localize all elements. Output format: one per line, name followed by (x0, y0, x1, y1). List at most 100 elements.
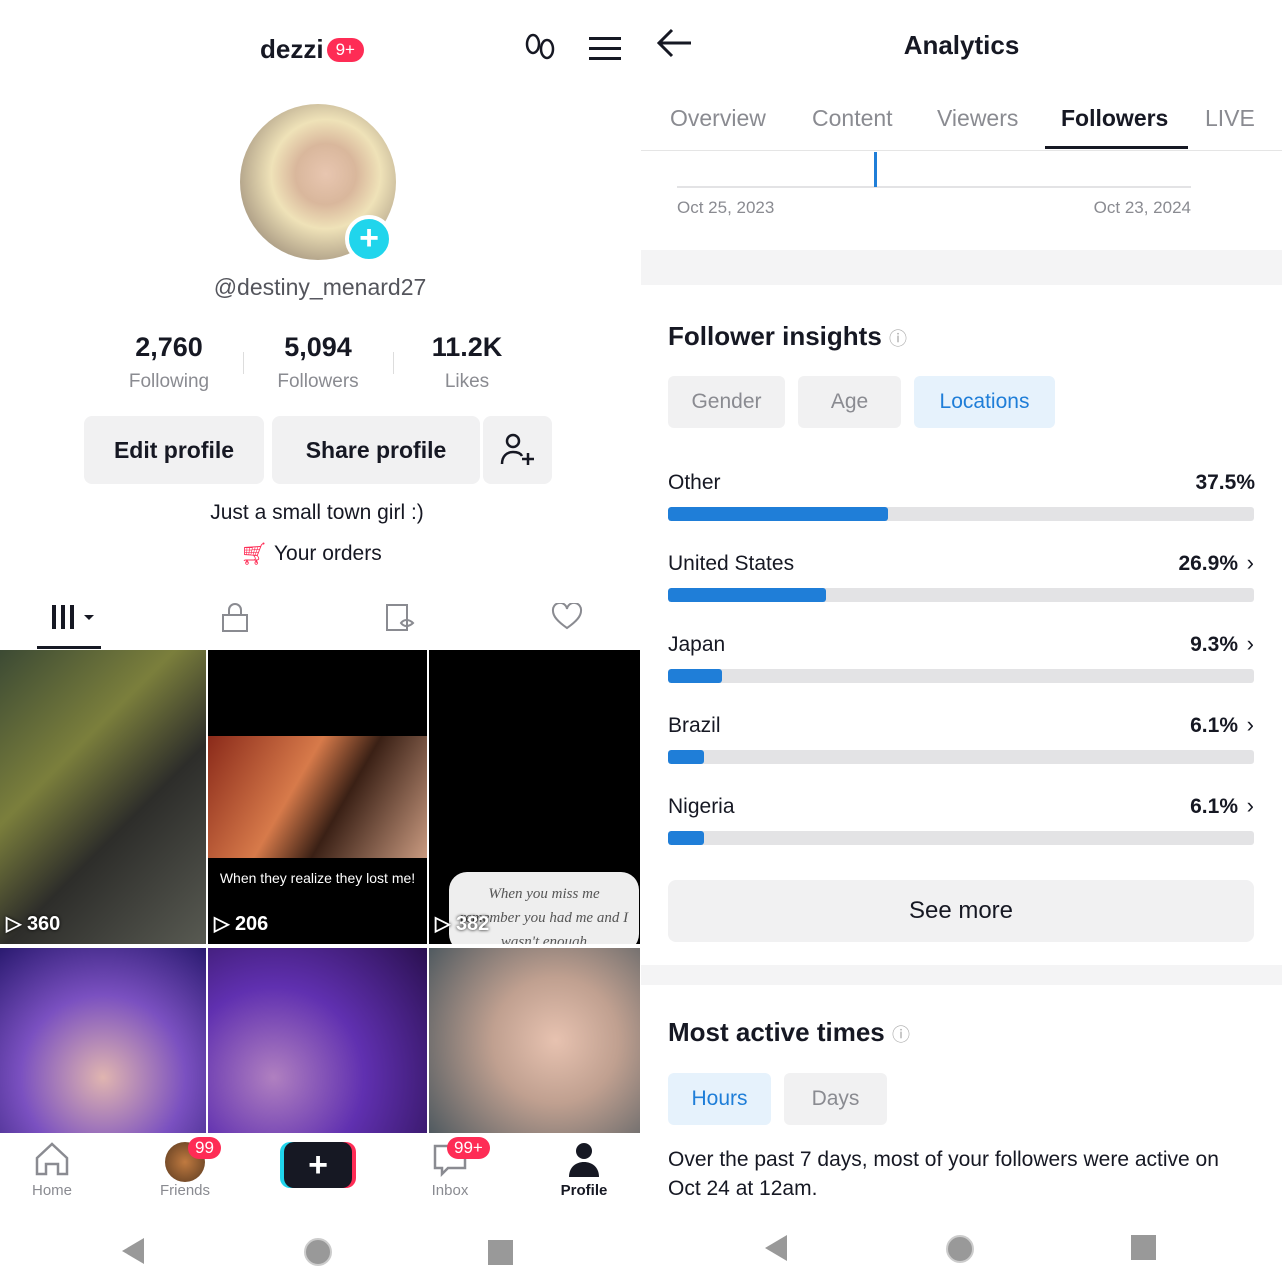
tab-private-lock-icon[interactable] (221, 603, 249, 638)
location-bar (668, 669, 1254, 683)
follower-insights-card: Follower insights ⓘ Gender Age Locations… (641, 285, 1282, 965)
profile-screen: dezzi 9+ + @destiny_menard27 2,760 Follo… (0, 0, 640, 1280)
location-percent: 37.5% (1195, 471, 1255, 494)
stat-following[interactable]: 2,760 Following (94, 332, 244, 393)
stat-label: Likes (444, 371, 490, 392)
info-icon[interactable]: ⓘ (889, 329, 907, 349)
tab-saved-icon[interactable] (385, 603, 417, 638)
location-bar (668, 831, 1254, 845)
chart-axis (677, 186, 1191, 188)
location-percent: 6.1% (1190, 714, 1238, 737)
orders-label: Your orders (273, 542, 382, 565)
tab-content[interactable]: Content (812, 105, 893, 132)
nav-profile[interactable]: Profile (529, 1140, 639, 1199)
home-icon (35, 1142, 69, 1176)
chart-marker (874, 152, 877, 187)
chip-days[interactable]: Days (784, 1073, 887, 1125)
friends-badge: 99 (188, 1137, 221, 1159)
nav-label: Home (31, 1182, 72, 1199)
chip-locations[interactable]: Locations (914, 376, 1055, 428)
your-orders-link[interactable]: 🛒︎ Your orders (240, 541, 382, 567)
thumbnail-image (208, 736, 427, 858)
active-times-summary: Over the past 7 days, most of your follo… (668, 1148, 1219, 1200)
cart-icon: 🛒︎ (240, 541, 268, 566)
create-button[interactable]: + (284, 1142, 352, 1188)
analytics-screen: Analytics Overview Content Viewers Follo… (641, 0, 1282, 1280)
location-percent: 6.1% (1190, 795, 1238, 818)
location-name: Japan (668, 633, 726, 656)
location-bar-fill (668, 750, 704, 764)
stat-value: 11.2K (431, 332, 503, 362)
edit-profile-button[interactable]: Edit profile (84, 416, 264, 484)
menu-icon[interactable] (589, 36, 621, 67)
nav-inbox[interactable]: Inbox 99+ (395, 1137, 505, 1199)
profile-header[interactable]: dezzi 9+ (260, 34, 364, 65)
location-name: Other (668, 471, 721, 494)
chart-end-date: Oct 23, 2024 (1093, 198, 1191, 217)
location-bar-fill (668, 669, 723, 683)
add-person-icon (500, 433, 534, 465)
nav-label: Profile (560, 1182, 608, 1199)
inbox-badge: 99+ (447, 1137, 490, 1159)
tab-followers[interactable]: Followers (1061, 105, 1168, 132)
video-thumbnail[interactable]: When you miss me remember you had me and… (429, 650, 640, 944)
analytics-header: Analytics Overview Content Viewers Follo… (641, 0, 1282, 250)
divider (641, 150, 1282, 151)
system-home-icon[interactable] (302, 1236, 334, 1273)
view-count: ▷ 206 (214, 913, 269, 935)
location-percent: 26.9% (1178, 552, 1238, 575)
page-title: Analytics (903, 30, 1020, 60)
location-bar-fill (668, 831, 704, 845)
chevron-right-icon[interactable]: › (1247, 631, 1254, 657)
chip-gender[interactable]: Gender (668, 376, 785, 428)
nav-home[interactable]: Home (0, 1140, 107, 1199)
stat-label: Followers (277, 371, 359, 392)
video-thumbnail[interactable]: When they realize they lost me! ▷ 206 (208, 650, 427, 944)
add-friend-button[interactable] (483, 416, 552, 484)
section-title: Follower insights ⓘ (668, 321, 908, 351)
stat-label: Following (128, 371, 210, 392)
tab-indicator (37, 646, 101, 649)
chart-start-date: Oct 25, 2023 (677, 198, 775, 217)
see-more-button[interactable]: See more (668, 880, 1254, 942)
chevron-right-icon[interactable]: › (1247, 712, 1254, 738)
section-title: Most active times ⓘ (668, 1017, 910, 1047)
tab-live[interactable]: LIVE (1205, 105, 1255, 132)
stat-value: 2,760 (135, 332, 203, 362)
tab-videos[interactable] (50, 603, 98, 636)
chip-age[interactable]: Age (798, 376, 901, 428)
video-thumbnail[interactable] (429, 948, 640, 1133)
username: @destiny_menard27 (213, 274, 427, 300)
share-profile-button[interactable]: Share profile (272, 416, 480, 484)
location-bar (668, 507, 1254, 521)
footprints-icon[interactable] (524, 32, 556, 73)
nav-label: Inbox (431, 1182, 469, 1199)
notification-badge: 9+ (326, 37, 364, 62)
stat-followers[interactable]: 5,094 Followers (243, 332, 393, 393)
chip-hours[interactable]: Hours (668, 1073, 771, 1125)
video-thumbnail[interactable] (208, 948, 427, 1133)
tab-liked-heart-icon[interactable] (551, 601, 585, 636)
tab-viewers[interactable]: Viewers (937, 105, 1018, 132)
system-home-icon[interactable] (944, 1233, 976, 1270)
system-back-icon[interactable] (120, 1236, 146, 1271)
nav-friends[interactable]: Friends 99 (130, 1137, 240, 1199)
person-icon (569, 1143, 599, 1177)
display-name: dezzi (260, 34, 324, 64)
video-caption: When they realize they lost me! (219, 870, 416, 886)
location-bar (668, 750, 1254, 764)
system-back-icon[interactable] (763, 1233, 789, 1268)
chevron-right-icon[interactable]: › (1247, 793, 1254, 819)
tab-overview[interactable]: Overview (670, 105, 766, 132)
info-icon[interactable]: ⓘ (892, 1025, 910, 1045)
video-thumbnail[interactable] (0, 948, 206, 1133)
add-avatar-icon[interactable]: + (345, 215, 393, 263)
location-name: United States (668, 552, 795, 575)
video-thumbnail[interactable]: ▷ 360 (0, 650, 206, 944)
view-count: ▷ 382 (435, 913, 490, 935)
stat-likes[interactable]: 11.2K Likes (392, 332, 542, 393)
location-name: Nigeria (668, 795, 735, 818)
chevron-right-icon[interactable]: › (1247, 550, 1254, 576)
system-recents-icon[interactable] (488, 1240, 514, 1271)
system-recents-icon[interactable] (1131, 1235, 1157, 1266)
